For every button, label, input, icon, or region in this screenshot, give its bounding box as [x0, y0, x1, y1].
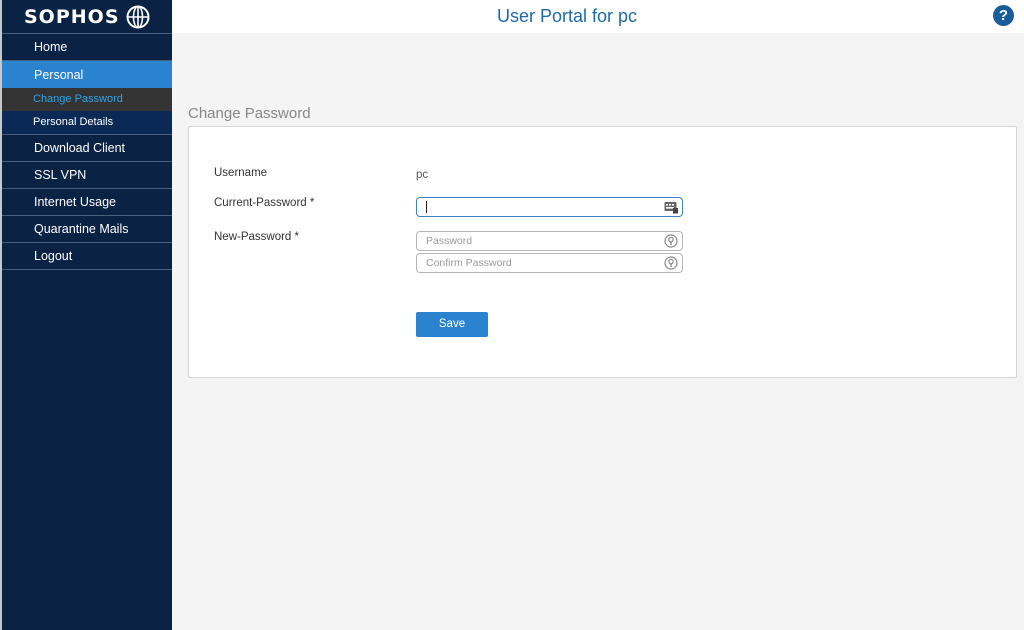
- sidebar-subitem-personal-details[interactable]: Personal Details: [2, 111, 172, 134]
- current-password-label: Current-Password *: [214, 197, 315, 209]
- sophos-logo[interactable]: SOPHOS: [2, 0, 172, 33]
- sidebar-divider: [2, 269, 172, 270]
- password-strength-icon: [664, 256, 678, 270]
- sidebar-item-personal[interactable]: Personal: [2, 60, 172, 88]
- help-icon[interactable]: ?: [993, 5, 1014, 26]
- username-label: Username: [214, 167, 268, 179]
- save-button[interactable]: Save: [416, 312, 488, 337]
- brand-name: SOPHOS: [24, 5, 120, 28]
- page-title: User Portal for pc: [496, 6, 638, 26]
- new-password-input[interactable]: Password: [416, 231, 683, 251]
- confirm-password-placeholder: Confirm Password: [426, 257, 512, 269]
- confirm-password-input[interactable]: Confirm Password: [416, 253, 683, 273]
- sidebar: SOPHOS Home Personal Change Password Per…: [0, 0, 172, 630]
- section-title: Change Password: [188, 105, 311, 122]
- sidebar-item-internet-usage[interactable]: Internet Usage: [2, 188, 172, 215]
- top-header: User Portal for pc ?: [172, 0, 1024, 33]
- sidebar-item-logout[interactable]: Logout: [2, 242, 172, 269]
- sidebar-item-quarantine-mails[interactable]: Quarantine Mails: [2, 215, 172, 242]
- change-password-panel: Username pc Current-Password * New-Passw…: [188, 126, 1017, 378]
- new-password-label: New-Password *: [214, 231, 299, 243]
- current-password-input[interactable]: [416, 197, 683, 217]
- password-strength-icon: [664, 234, 678, 248]
- sidebar-item-home[interactable]: Home: [2, 33, 172, 60]
- password-placeholder: Password: [426, 235, 473, 247]
- sidebar-item-download-client[interactable]: Download Client: [2, 134, 172, 161]
- text-caret: [426, 201, 427, 213]
- username-value: pc: [416, 169, 429, 181]
- sidebar-item-ssl-vpn[interactable]: SSL VPN: [2, 161, 172, 188]
- globe-icon: [126, 5, 149, 28]
- keyboard-icon[interactable]: [664, 200, 678, 214]
- sidebar-subitem-change-password[interactable]: Change Password: [2, 88, 172, 111]
